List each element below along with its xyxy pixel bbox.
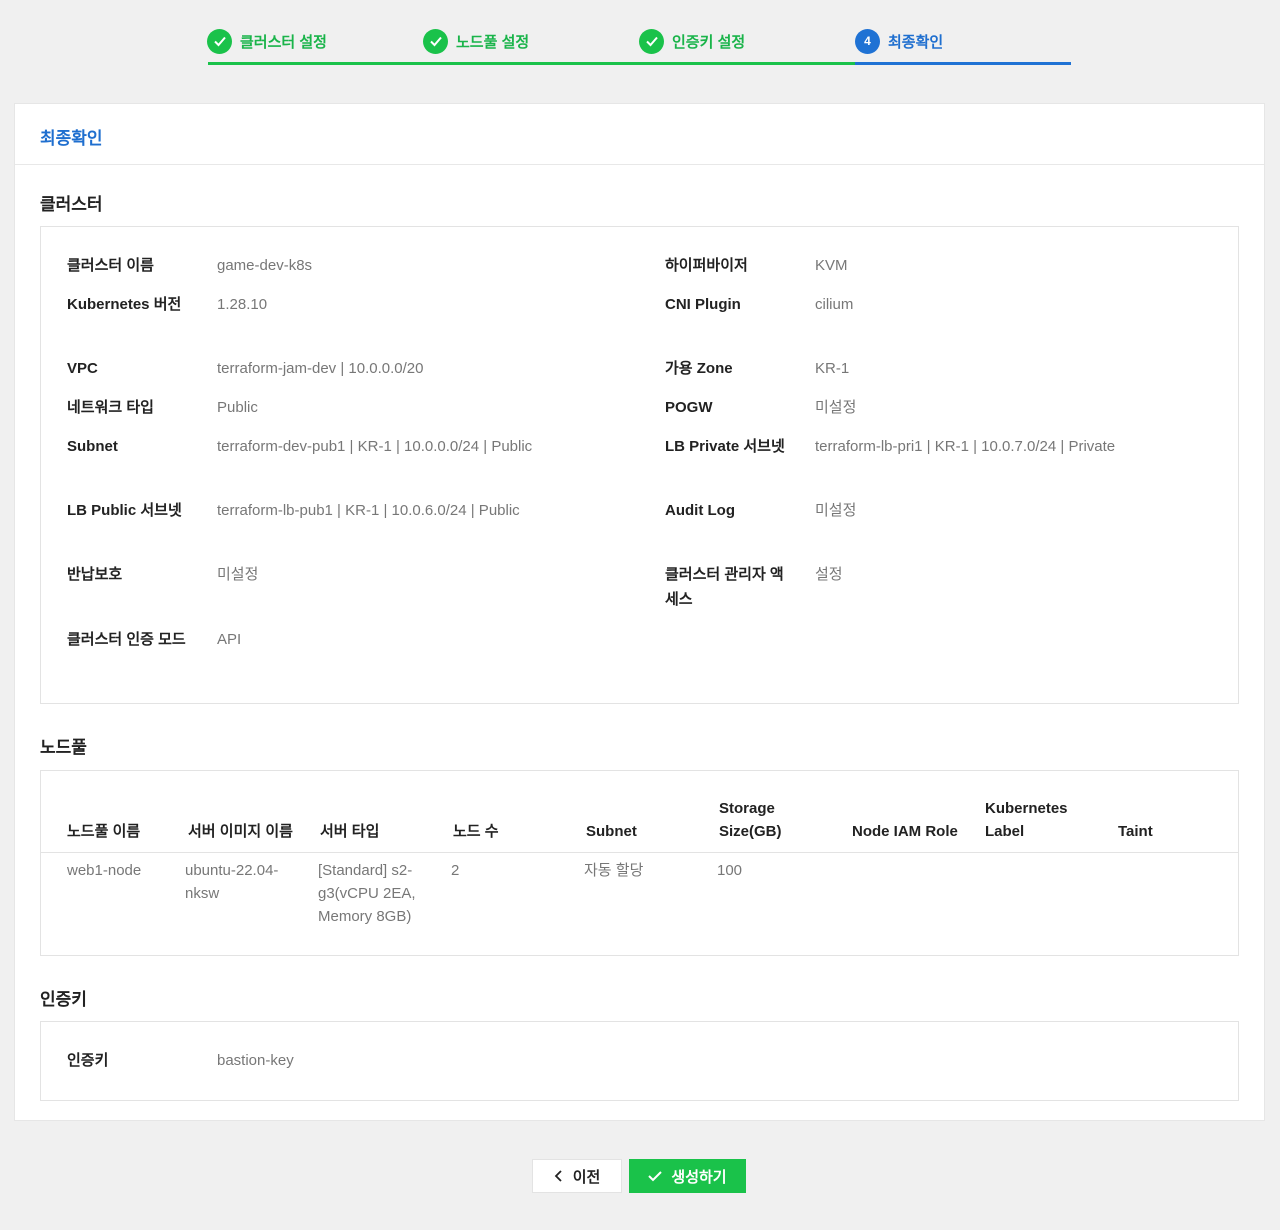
wizard-stepper: 클러스터 설정 노드풀 설정 인증키 설정 4 최종확인 <box>0 0 1280 70</box>
field-label: 클러스터 이름 <box>67 257 154 274</box>
authkey-box: 인증키 bastion-key <box>40 1021 1239 1101</box>
column-header: Storage Size(GB) <box>719 800 782 840</box>
card-header: 최종확인 <box>15 104 1264 165</box>
table-cell: ubuntu-22.04-nksw <box>185 862 279 902</box>
cluster-info-box: 클러스터 이름 game-dev-k8s 하이퍼바이저 KVM Kubernet… <box>40 226 1239 704</box>
field-value: KR-1 <box>815 360 850 377</box>
check-icon <box>639 28 664 54</box>
step-label: 노드풀 설정 <box>456 33 530 51</box>
field-value: game-dev-k8s <box>217 257 313 274</box>
table-cell: [Standard] s2-g3(vCPU 2EA, Memory 8GB) <box>318 862 416 925</box>
field-value: KVM <box>815 257 848 274</box>
check-icon <box>207 28 232 54</box>
table-cell: web1-node <box>67 862 142 879</box>
column-header: 노드 수 <box>453 823 499 840</box>
field-value: API <box>217 631 242 648</box>
field-value: terraform-lb-pri1 | KR-1 | 10.0.7.0/24 |… <box>815 438 1116 455</box>
field-value: bastion-key <box>217 1052 294 1069</box>
final-confirm-card: 최종확인 클러스터 클러스터 이름 game-dev-k8s 하이퍼바이저 KV… <box>14 103 1265 1121</box>
field-value: terraform-lb-pub1 | KR-1 | 10.0.6.0/24 |… <box>217 502 520 519</box>
field-label: LB Public 서브넷 <box>67 502 182 519</box>
column-header: Subnet <box>586 823 637 840</box>
column-header: 서버 이미지 이름 <box>188 823 293 840</box>
field-label: 반납보호 <box>67 566 123 583</box>
step-authkey-settings[interactable]: 인증키 설정 <box>639 28 745 54</box>
field-value: Public <box>217 399 258 416</box>
step-progress-done <box>208 62 855 65</box>
field-value: 미설정 <box>815 502 857 519</box>
field-label: VPC <box>67 360 98 377</box>
check-icon <box>423 28 448 54</box>
field-label: 인증키 <box>67 1052 109 1069</box>
card-title: 최종확인 <box>40 129 103 148</box>
prev-button-label: 이전 <box>572 1168 601 1186</box>
table-cell: 2 <box>451 862 460 879</box>
table-cell: 자동 할당 <box>584 862 644 879</box>
nodepool-table: 노드풀 이름 서버 이미지 이름 서버 타입 노드 수 Subnet Stora… <box>40 770 1239 956</box>
field-label: 클러스터 인증 모드 <box>67 631 186 648</box>
field-value: terraform-jam-dev | 10.0.0.0/20 <box>217 360 424 377</box>
chevron-left-icon <box>554 1170 562 1182</box>
step-number: 4 <box>855 28 880 54</box>
step-cluster-settings[interactable]: 클러스터 설정 <box>207 28 327 54</box>
create-button[interactable]: 생성하기 <box>629 1159 746 1193</box>
table-cell: 100 <box>717 862 743 879</box>
field-value: 미설정 <box>815 399 857 416</box>
step-nodepool-settings[interactable]: 노드풀 설정 <box>423 28 529 54</box>
field-value: terraform-dev-pub1 | KR-1 | 10.0.0.0/24 … <box>217 438 533 455</box>
field-label: Kubernetes 버전 <box>67 296 182 313</box>
create-button-label: 생성하기 <box>671 1168 727 1186</box>
step-label: 인증키 설정 <box>672 33 746 51</box>
column-header: Taint <box>1118 823 1153 840</box>
column-header: 노드풀 이름 <box>67 823 141 840</box>
field-label: 클러스터 관리자 액세스 <box>665 566 784 608</box>
prev-button[interactable]: 이전 <box>532 1159 622 1193</box>
field-label: CNI Plugin <box>665 296 741 313</box>
field-value: 1.28.10 <box>217 296 268 313</box>
column-header: Kubernetes Label <box>985 800 1068 840</box>
column-header: Node IAM Role <box>852 823 958 840</box>
table-header-divider <box>41 852 1238 853</box>
field-value: 설정 <box>815 566 843 583</box>
field-label: 하이퍼바이저 <box>665 257 748 274</box>
field-label: POGW <box>665 399 713 416</box>
field-label: Subnet <box>67 438 118 455</box>
field-value: cilium <box>815 296 854 313</box>
field-label: LB Private 서브넷 <box>665 438 785 455</box>
nodepool-section-title: 노드풀 <box>40 738 87 757</box>
cluster-section-title: 클러스터 <box>40 195 103 214</box>
step-final-confirm[interactable]: 4 최종확인 <box>855 28 943 54</box>
authkey-section-title: 인증키 <box>40 990 87 1009</box>
column-header: 서버 타입 <box>320 823 380 840</box>
field-value: 미설정 <box>217 566 259 583</box>
field-label: 네트워크 타입 <box>67 399 154 416</box>
field-label: 가용 Zone <box>665 360 733 377</box>
field-label: Audit Log <box>665 502 735 519</box>
check-icon <box>648 1171 663 1182</box>
step-label: 클러스터 설정 <box>240 33 327 51</box>
step-progress-active <box>855 62 1071 65</box>
step-label: 최종확인 <box>888 33 944 51</box>
